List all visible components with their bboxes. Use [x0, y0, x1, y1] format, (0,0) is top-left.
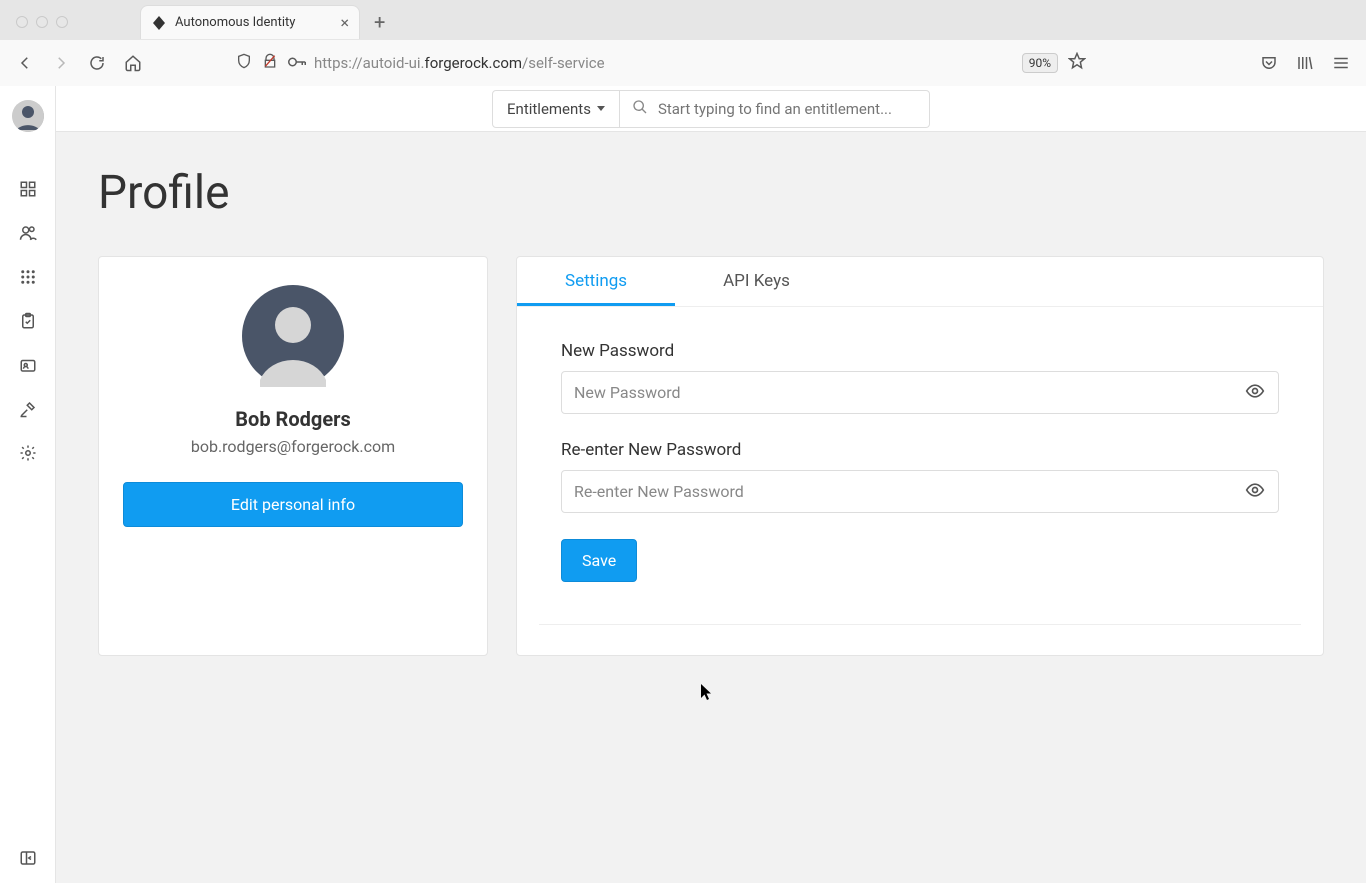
- gavel-icon[interactable]: [19, 400, 37, 418]
- divider: [539, 624, 1301, 625]
- users-icon[interactable]: [19, 224, 37, 242]
- topbar: Entitlements: [56, 86, 1366, 132]
- save-button[interactable]: Save: [561, 539, 637, 582]
- minimize-window-icon[interactable]: [36, 16, 48, 28]
- browser-tab-bar: Autonomous Identity × +: [0, 0, 1366, 40]
- reenter-password-label: Re-enter New Password: [561, 440, 1279, 460]
- dashboard-icon[interactable]: [19, 180, 37, 198]
- new-password-label: New Password: [561, 341, 1279, 361]
- back-icon[interactable]: [16, 54, 34, 72]
- tab-settings[interactable]: Settings: [517, 257, 675, 306]
- eye-icon[interactable]: [1245, 480, 1265, 504]
- profile-name: Bob Rodgers: [235, 407, 350, 431]
- page-title: Profile: [98, 166, 1324, 220]
- url-text: https://autoid-ui.forgerock.com/self-ser…: [314, 54, 1014, 72]
- forward-icon[interactable]: [52, 54, 70, 72]
- gear-icon[interactable]: [19, 444, 37, 462]
- new-tab-icon[interactable]: +: [374, 12, 385, 32]
- tab-close-icon[interactable]: ×: [340, 15, 349, 31]
- address-bar: https://autoid-ui.forgerock.com/self-ser…: [0, 40, 1366, 86]
- search-icon: [632, 99, 648, 119]
- key-icon[interactable]: [288, 53, 306, 73]
- search-input[interactable]: [658, 100, 917, 118]
- entitlements-filter-label: Entitlements: [507, 100, 591, 118]
- bookmark-star-icon[interactable]: [1068, 52, 1086, 74]
- avatar[interactable]: [12, 100, 44, 132]
- profile-card: Bob Rodgers bob.rodgers@forgerock.com Ed…: [98, 256, 488, 656]
- sidebar: [0, 86, 56, 883]
- window-traffic-lights: [8, 16, 80, 28]
- entitlements-filter-dropdown[interactable]: Entitlements: [492, 90, 620, 128]
- shield-icon[interactable]: [236, 53, 252, 73]
- browser-chrome: Autonomous Identity × +: [0, 0, 1366, 86]
- browser-tab[interactable]: Autonomous Identity ×: [140, 5, 360, 39]
- profile-avatar-icon: [242, 285, 344, 387]
- new-password-input[interactable]: [561, 371, 1279, 414]
- zoom-badge[interactable]: 90%: [1022, 53, 1058, 73]
- id-card-icon[interactable]: [19, 356, 37, 374]
- apps-grid-icon[interactable]: [19, 268, 37, 286]
- tab-title: Autonomous Identity: [175, 15, 332, 30]
- search-box[interactable]: [620, 90, 930, 128]
- chevron-down-icon: [597, 106, 605, 111]
- edit-personal-info-button[interactable]: Edit personal info: [123, 482, 463, 527]
- hamburger-menu-icon[interactable]: [1332, 54, 1350, 72]
- close-window-icon[interactable]: [16, 16, 28, 28]
- tabs: Settings API Keys: [517, 257, 1323, 307]
- reload-icon[interactable]: [88, 54, 106, 72]
- reenter-password-input[interactable]: [561, 470, 1279, 513]
- url-box[interactable]: https://autoid-ui.forgerock.com/self-ser…: [236, 48, 1086, 78]
- eye-icon[interactable]: [1245, 381, 1265, 405]
- library-icon[interactable]: [1296, 54, 1314, 72]
- tab-favicon-icon: [151, 15, 167, 31]
- tab-api-keys[interactable]: API Keys: [675, 257, 838, 306]
- pocket-icon[interactable]: [1260, 54, 1278, 72]
- settings-panel: Settings API Keys New Password: [516, 256, 1324, 656]
- profile-email: bob.rodgers@forgerock.com: [191, 437, 395, 456]
- collapse-sidebar-icon[interactable]: [19, 849, 37, 867]
- maximize-window-icon[interactable]: [56, 16, 68, 28]
- home-icon[interactable]: [124, 54, 142, 72]
- lock-icon[interactable]: [262, 53, 278, 73]
- clipboard-check-icon[interactable]: [19, 312, 37, 330]
